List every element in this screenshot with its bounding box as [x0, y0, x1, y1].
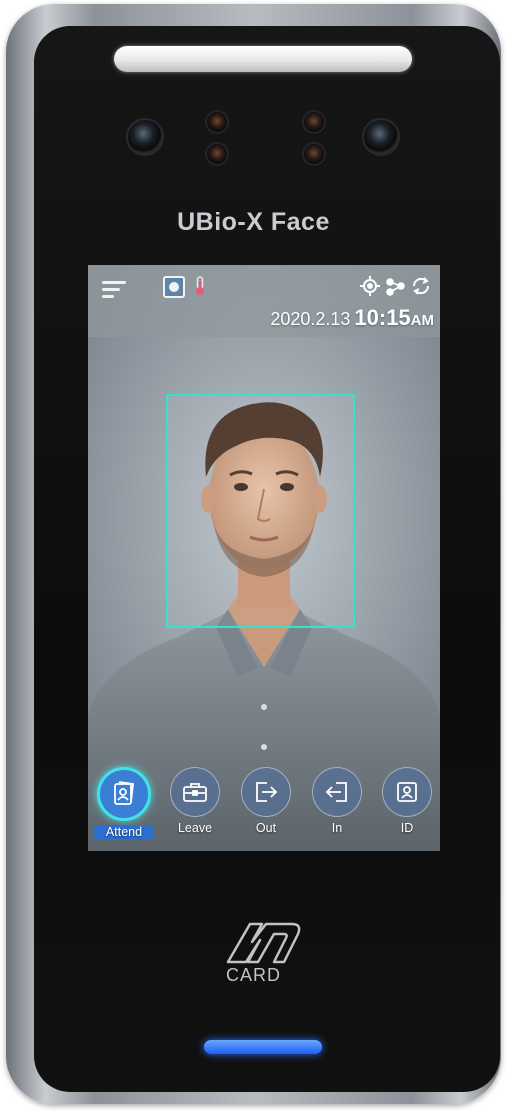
- camera-lens-right-icon: [362, 118, 400, 156]
- status-bar: 2020.2.13 10:15AM: [88, 265, 440, 337]
- in-label: In: [331, 821, 343, 835]
- brand-name: UBio-X Face: [177, 208, 330, 236]
- face-detection-frame: [166, 394, 355, 628]
- card-reader-label: CARD: [225, 965, 281, 985]
- out-label: Out: [255, 821, 277, 835]
- briefcase-icon: [183, 783, 207, 802]
- status-led: [204, 1040, 322, 1054]
- leave-label: Leave: [177, 821, 213, 835]
- sync-icon: [412, 277, 430, 295]
- gps-icon: [360, 276, 380, 296]
- leave-button[interactable]: Leave: [165, 767, 225, 835]
- camera-lens-left-icon: [126, 118, 164, 156]
- time-text: 10:15: [354, 305, 411, 330]
- ir-sensor-icon: [302, 110, 326, 134]
- ir-sensor-icon: [205, 142, 229, 166]
- attend-label: Attend: [94, 825, 154, 839]
- menu-icon[interactable]: [102, 281, 126, 299]
- status-icons: [360, 276, 430, 296]
- id-button[interactable]: ID: [377, 767, 437, 835]
- date-time: 2020.2.13 10:15AM: [270, 305, 434, 331]
- exit-icon: [256, 782, 278, 802]
- attend-button[interactable]: Attend: [94, 767, 154, 839]
- ir-sensor-icon: [205, 110, 229, 134]
- id-label: ID: [400, 821, 414, 835]
- touch-screen[interactable]: 2020.2.13 10:15AM Attend Leave Out In ID: [88, 265, 440, 851]
- camera-icon: [163, 276, 185, 298]
- action-bar: Attend Leave Out In ID: [88, 767, 440, 851]
- in-button[interactable]: In: [307, 767, 367, 835]
- date-text: 2020.2.13: [270, 309, 351, 329]
- out-button[interactable]: Out: [236, 767, 296, 835]
- enter-icon: [325, 782, 347, 802]
- light-bar: [114, 46, 412, 72]
- ampm-text: AM: [410, 312, 434, 329]
- thermometer-icon: [196, 276, 204, 295]
- ir-sensor-icon: [302, 142, 326, 166]
- id-card-icon: [397, 782, 417, 802]
- attend-icon: [114, 781, 134, 805]
- network-icon: [386, 278, 405, 296]
